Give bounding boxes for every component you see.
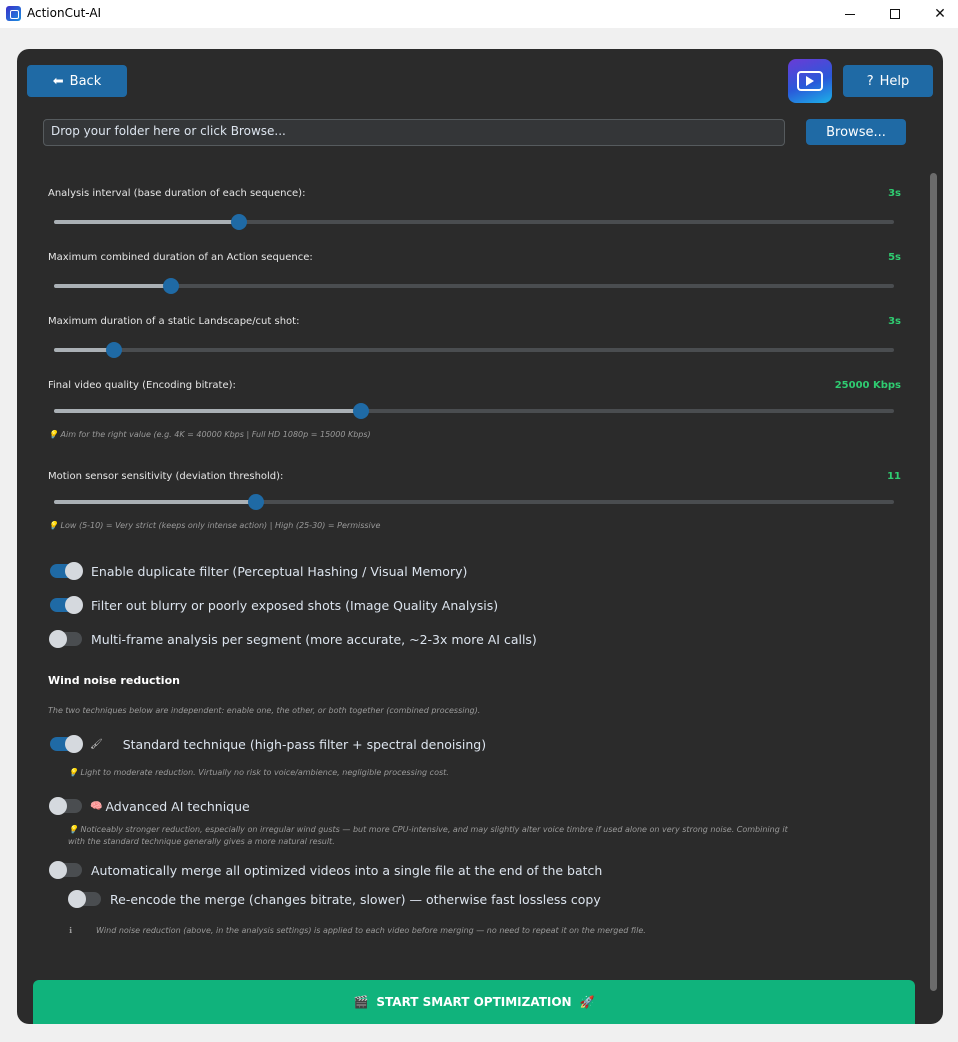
- minimize-icon: [845, 13, 855, 15]
- switch-knob: [65, 735, 83, 753]
- merge-info-text: Wind noise reduction (above, in the anal…: [96, 926, 646, 935]
- sensitivity-hint: 💡 Low (5-10) = Very strict (keeps only i…: [48, 521, 381, 530]
- vertical-scrollbar[interactable]: [930, 173, 937, 991]
- arrow-left-icon: ⬅: [52, 73, 64, 89]
- bitrate-hint: 💡 Aim for the right value (e.g. 4K = 400…: [48, 430, 371, 439]
- wind-advanced-hint-1: 💡 Noticeably stronger reduction, especia…: [68, 825, 788, 834]
- slider-fill: [54, 220, 239, 224]
- rocket-icon: 🚀: [579, 995, 595, 1009]
- slider-fill: [54, 409, 361, 413]
- bitrate-slider[interactable]: [54, 403, 894, 419]
- merge-row[interactable]: Automatically merge all optimized videos…: [49, 861, 603, 879]
- landscape-duration-label: Maximum duration of a static Landscape/c…: [48, 316, 300, 327]
- switch-knob: [49, 861, 67, 879]
- question-icon: ?: [866, 73, 874, 89]
- slider-fill: [54, 284, 171, 288]
- landscape-duration-value: 3s: [888, 316, 901, 327]
- slider-fill: [54, 500, 257, 504]
- help-button[interactable]: ? Help: [843, 65, 933, 97]
- main-panel: ⬅ Back ? Help Drop your folder here or c…: [17, 49, 943, 1024]
- help-label: Help: [879, 73, 910, 89]
- window-title: ActionCut-AI: [27, 6, 102, 20]
- duplicate-filter-switch[interactable]: [50, 562, 83, 580]
- action-duration-slider[interactable]: [54, 278, 894, 294]
- minimize-button[interactable]: [827, 0, 873, 28]
- sensitivity-label: Motion sensor sensitivity (deviation thr…: [48, 471, 284, 482]
- multiframe-row[interactable]: Multi-frame analysis per segment (more a…: [49, 630, 537, 648]
- sensitivity-value: 11: [887, 471, 901, 482]
- wind-standard-label: Standard technique (high-pass filter + s…: [122, 736, 487, 752]
- merge-label: Automatically merge all optimized videos…: [91, 862, 603, 878]
- wind-advanced-hint-2: with the standard technique generally gi…: [68, 837, 335, 846]
- reencode-label: Re-encode the merge (changes bitrate, sl…: [110, 891, 601, 907]
- landscape-duration-slider[interactable]: [54, 342, 894, 358]
- wind-standard-row[interactable]: 🖌 Standard technique (high-pass filter +…: [50, 735, 486, 753]
- multiframe-switch[interactable]: [49, 630, 82, 648]
- wind-advanced-switch[interactable]: [49, 797, 82, 815]
- settings-scroll-area[interactable]: Drop your folder here or click Browse...…: [17, 119, 943, 979]
- app-icon: [6, 6, 21, 21]
- wind-standard-hint: 💡 Light to moderate reduction. Virtually…: [68, 768, 449, 777]
- wind-advanced-row[interactable]: 🧠 Advanced AI technique: [49, 797, 250, 815]
- wind-standard-switch[interactable]: [50, 735, 83, 753]
- switch-knob: [65, 562, 83, 580]
- switch-knob: [49, 797, 67, 815]
- analysis-interval-slider[interactable]: [54, 214, 894, 230]
- start-label: START SMART OPTIMIZATION: [376, 995, 572, 1009]
- blurry-filter-label: Filter out blurry or poorly exposed shot…: [91, 597, 499, 613]
- slider-handle[interactable]: [352, 403, 369, 419]
- window-titlebar: ActionCut-AI ✕: [0, 0, 958, 28]
- video-play-icon: [797, 71, 823, 91]
- action-duration-label: Maximum combined duration of an Action s…: [48, 252, 313, 263]
- maximize-icon: [890, 9, 900, 19]
- slider-handle[interactable]: [230, 214, 247, 230]
- wind-advanced-label: Advanced AI technique: [105, 798, 250, 814]
- action-duration-value: 5s: [888, 252, 901, 263]
- clapper-icon: 🎬: [353, 995, 369, 1009]
- slider-handle[interactable]: [162, 278, 179, 294]
- reencode-switch[interactable]: [68, 890, 101, 908]
- back-button[interactable]: ⬅ Back: [27, 65, 127, 97]
- browse-button[interactable]: Browse...: [806, 119, 906, 145]
- blurry-filter-switch[interactable]: [50, 596, 83, 614]
- slider-handle[interactable]: [105, 342, 122, 358]
- switch-knob: [68, 890, 86, 908]
- wind-intro: The two techniques below are independent…: [48, 706, 481, 715]
- folder-drop-input[interactable]: Drop your folder here or click Browse...: [43, 119, 785, 146]
- switch-knob: [49, 630, 67, 648]
- duplicate-filter-label: Enable duplicate filter (Perceptual Hash…: [91, 563, 468, 579]
- wind-section-title: Wind noise reduction: [48, 674, 180, 687]
- close-icon: ✕: [934, 6, 946, 22]
- brain-icon: 🧠: [90, 800, 103, 812]
- switch-knob: [65, 596, 83, 614]
- analysis-interval-value: 3s: [888, 188, 901, 199]
- multiframe-label: Multi-frame analysis per segment (more a…: [91, 631, 537, 647]
- bitrate-label: Final video quality (Encoding bitrate):: [48, 380, 236, 391]
- info-icon: ℹ: [69, 926, 73, 935]
- sensitivity-slider[interactable]: [54, 494, 894, 510]
- start-optimization-button[interactable]: 🎬 START SMART OPTIMIZATION 🚀: [33, 980, 915, 1024]
- duplicate-filter-row[interactable]: Enable duplicate filter (Perceptual Hash…: [50, 562, 467, 580]
- app-logo: [788, 59, 832, 103]
- analysis-interval-label: Analysis interval (base duration of each…: [48, 188, 306, 199]
- brush-icon: 🖌: [90, 738, 103, 750]
- blurry-filter-row[interactable]: Filter out blurry or poorly exposed shot…: [50, 596, 498, 614]
- close-button[interactable]: ✕: [917, 0, 958, 28]
- maximize-button[interactable]: [872, 0, 918, 28]
- reencode-row[interactable]: Re-encode the merge (changes bitrate, sl…: [68, 890, 601, 908]
- back-label: Back: [69, 73, 102, 89]
- slider-handle[interactable]: [248, 494, 265, 510]
- merge-switch[interactable]: [49, 861, 82, 879]
- slider-fill: [54, 348, 114, 352]
- bitrate-value: 25000 Kbps: [834, 380, 901, 391]
